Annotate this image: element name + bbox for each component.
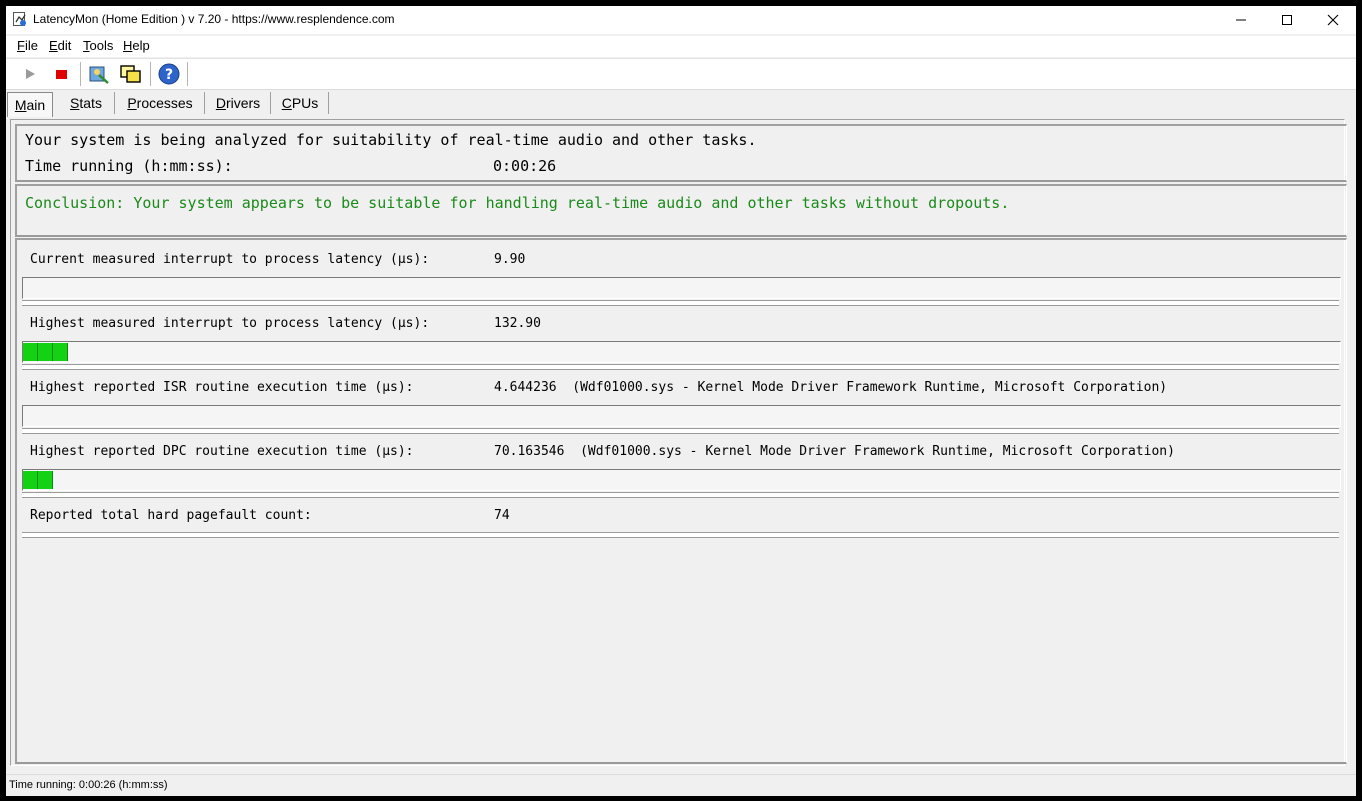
toolbar-separator bbox=[187, 62, 188, 86]
tab-processes[interactable]: Processes bbox=[116, 92, 205, 114]
main-panel: Your system is being analyzed for suitab… bbox=[10, 119, 1347, 766]
menu-edit[interactable]: Edit bbox=[49, 38, 71, 53]
toolbar: ? bbox=[6, 58, 1356, 90]
conclusion-text: Conclusion: Your system appears to be su… bbox=[25, 194, 1010, 212]
title-bar: LatencyMon (Home Edition ) v 7.20 - http… bbox=[6, 6, 1356, 34]
separator bbox=[22, 364, 1339, 370]
bar-segment bbox=[38, 343, 53, 361]
window-title: LatencyMon (Home Edition ) v 7.20 - http… bbox=[33, 12, 395, 26]
tab-bar: Main Stats Processes Drivers CPUs bbox=[6, 90, 1356, 118]
bar-segment bbox=[38, 471, 53, 489]
svg-text:?: ? bbox=[165, 67, 173, 83]
separator bbox=[22, 300, 1339, 306]
metric-value: 132.90 bbox=[494, 316, 541, 331]
latencymon-app-icon bbox=[13, 12, 26, 26]
separator bbox=[22, 428, 1339, 434]
tab-main[interactable]: Main bbox=[7, 92, 53, 117]
latencymon-window: LatencyMon (Home Edition ) v 7.20 - http… bbox=[6, 6, 1356, 796]
metric-value: 4.644236 (Wdf01000.sys - Kernel Mode Dri… bbox=[494, 380, 1168, 395]
help-icon: ? bbox=[158, 63, 180, 85]
separator bbox=[22, 492, 1339, 498]
toolbar-separator bbox=[80, 62, 81, 86]
windows-icon bbox=[120, 65, 141, 83]
metric-label: Current measured interrupt to process la… bbox=[30, 252, 430, 267]
wizard-button[interactable] bbox=[87, 63, 111, 85]
latency-bar bbox=[22, 469, 1341, 491]
time-running-value: 0:00:26 bbox=[493, 157, 557, 175]
tab-stats[interactable]: Stats bbox=[58, 92, 115, 114]
close-icon bbox=[1327, 14, 1339, 26]
latency-bar bbox=[22, 341, 1341, 363]
stop-icon bbox=[56, 70, 67, 79]
help-button[interactable]: ? bbox=[157, 63, 181, 85]
play-icon bbox=[26, 69, 35, 79]
menu-file[interactable]: File bbox=[17, 38, 38, 53]
stop-button[interactable] bbox=[49, 63, 73, 85]
latency-bar bbox=[22, 277, 1341, 299]
metric-label: Highest reported DPC routine execution t… bbox=[30, 444, 414, 459]
metric-detail: (Wdf01000.sys - Kernel Mode Driver Frame… bbox=[572, 380, 1168, 395]
menu-tools[interactable]: Tools bbox=[83, 38, 113, 53]
maximize-icon bbox=[1282, 15, 1292, 25]
latency-bar bbox=[22, 405, 1341, 427]
wizard-icon bbox=[89, 66, 109, 84]
maximize-button[interactable] bbox=[1264, 6, 1310, 34]
menu-help[interactable]: Help bbox=[123, 38, 150, 53]
menu-bar: File Edit Tools Help bbox=[6, 36, 1356, 57]
bar-segment bbox=[23, 343, 38, 361]
metric-value: 9.90 bbox=[494, 252, 526, 267]
metric-value: 70.163546 (Wdf01000.sys - Kernel Mode Dr… bbox=[494, 444, 1175, 459]
analyzing-text: Your system is being analyzed for suitab… bbox=[25, 131, 757, 149]
metric-label: Highest measured interrupt to process la… bbox=[30, 316, 430, 331]
status-bar-text: Time running: 0:00:26 (h:mm:ss) bbox=[9, 779, 168, 791]
conclusion-box: Conclusion: Your system appears to be su… bbox=[15, 184, 1347, 237]
metrics-box: Current measured interrupt to process la… bbox=[15, 238, 1347, 764]
time-running-label: Time running (h:mm:ss): bbox=[25, 157, 233, 175]
minimize-button[interactable] bbox=[1218, 6, 1264, 34]
metric-label: Highest reported ISR routine execution t… bbox=[30, 380, 414, 395]
status-bar: Time running: 0:00:26 (h:mm:ss) bbox=[6, 774, 1356, 796]
bar-segment bbox=[23, 471, 38, 489]
minimize-icon bbox=[1236, 19, 1246, 21]
windows-button[interactable] bbox=[119, 63, 143, 85]
tab-drivers[interactable]: Drivers bbox=[206, 92, 271, 114]
metric-label: Reported total hard pagefault count: bbox=[30, 508, 312, 523]
metric-value: 74 bbox=[494, 508, 510, 523]
separator bbox=[22, 532, 1339, 538]
toolbar-separator bbox=[150, 62, 151, 86]
close-button[interactable] bbox=[1310, 6, 1356, 34]
analysis-status-box: Your system is being analyzed for suitab… bbox=[15, 124, 1347, 182]
metric-detail: (Wdf01000.sys - Kernel Mode Driver Frame… bbox=[580, 444, 1175, 459]
start-button[interactable] bbox=[18, 63, 42, 85]
tab-cpus[interactable]: CPUs bbox=[272, 92, 329, 114]
bar-segment bbox=[53, 343, 68, 361]
